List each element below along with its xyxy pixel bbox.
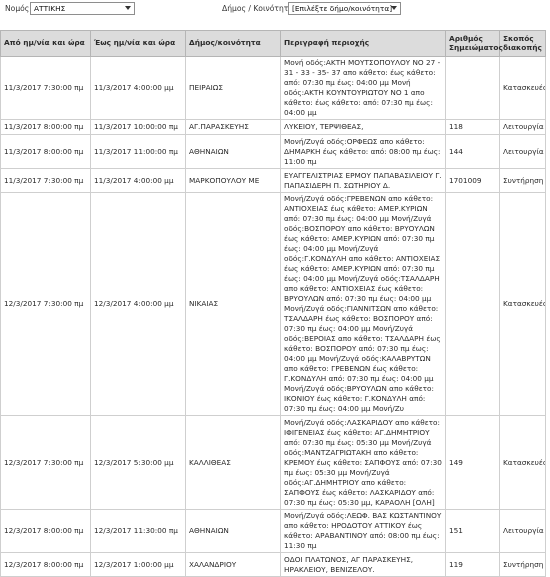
cell-to: 12/3/2017 5:30:00 μμ <box>90 415 186 510</box>
chevron-down-icon <box>125 6 131 10</box>
cell-note-number: 119 <box>445 552 500 577</box>
cell-description: Μονή/Ζυγά οδός:ΛΕΩΦ. ΒΑΣ ΚΩΣΤΑΝΤΙΝΟΥ απο… <box>280 509 446 553</box>
cell-municipality: ΑΘΗΝΑΙΩΝ <box>185 134 281 169</box>
table-row: 12/3/2017 7:30:00 πμ 12/3/2017 5:30:00 μ… <box>0 415 546 510</box>
cell-note-number <box>445 192 500 416</box>
dimos-label: Δήμος / Κοινότητα: <box>222 4 296 13</box>
cell-municipality: ΜΑΡΚΟΠΟΥΛΟΥ ΜΕ <box>185 168 281 193</box>
nomos-selected-value: ΑΤΤΙΚΗΣ <box>34 4 66 13</box>
cell-purpose: Κατασκευές <box>499 192 546 416</box>
cell-from: 11/3/2017 7:30:00 πμ <box>0 56 91 120</box>
cell-to: 11/3/2017 4:00:00 μμ <box>90 168 186 193</box>
table-row: 12/3/2017 8:00:00 πμ 12/3/2017 1:00:00 μ… <box>0 552 546 577</box>
cell-purpose: Κατασκευές <box>499 415 546 510</box>
cell-municipality: ΧΑΛΑΝΔΡΙΟΥ <box>185 552 281 577</box>
cell-purpose: Λειτουργία <box>499 119 546 135</box>
cell-description: Μονή οδός:ΑΚΤΗ ΜΟΥΤΣΟΠΟΥΛΟΥ ΝΟ 27 - 31 -… <box>280 56 446 120</box>
cell-note-number: 144 <box>445 134 500 169</box>
cell-to: 12/3/2017 11:30:00 πμ <box>90 509 186 553</box>
cell-municipality: ΝΙΚΑΙΑΣ <box>185 192 281 416</box>
cell-to: 11/3/2017 4:00:00 μμ <box>90 56 186 120</box>
table-row: 11/3/2017 8:00:00 πμ 11/3/2017 11:00:00 … <box>0 134 546 169</box>
cell-note-number: 118 <box>445 119 500 135</box>
cell-from: 12/3/2017 7:30:00 πμ <box>0 415 91 510</box>
table-row: 12/3/2017 8:00:00 πμ 12/3/2017 11:30:00 … <box>0 509 546 553</box>
outages-table: Από ημ/νία και ώρα Έως ημ/νία και ώρα Δή… <box>0 30 546 577</box>
chevron-down-icon <box>391 6 397 10</box>
cell-from: 11/3/2017 8:00:00 πμ <box>0 134 91 169</box>
cell-to: 12/3/2017 1:00:00 μμ <box>90 552 186 577</box>
cell-from: 11/3/2017 8:00:00 πμ <box>0 119 91 135</box>
cell-description: ΛΥΚΕΙΟΥ, ΤΕΡΨΙΘΕΑΣ, <box>280 119 446 135</box>
header-description[interactable]: Περιγραφή περιοχής <box>280 30 446 57</box>
table-row: 11/3/2017 7:30:00 πμ 11/3/2017 4:00:00 μ… <box>0 168 546 193</box>
cell-from: 11/3/2017 7:30:00 πμ <box>0 168 91 193</box>
dimos-select[interactable]: [Επιλέξτε δήμο/κοινότητα] <box>288 2 401 15</box>
table-row: 12/3/2017 7:30:00 πμ 12/3/2017 4:00:00 μ… <box>0 192 546 416</box>
dimos-selected-value: [Επιλέξτε δήμο/κοινότητα] <box>292 4 393 13</box>
nomos-select[interactable]: ΑΤΤΙΚΗΣ <box>30 2 135 15</box>
cell-note-number: 1701009 <box>445 168 500 193</box>
cell-purpose: Συντήρηση <box>499 168 546 193</box>
cell-purpose: Λειτουργία <box>499 509 546 553</box>
cell-purpose: Λειτουργία <box>499 134 546 169</box>
nomos-label: Νομός: <box>5 4 32 13</box>
cell-note-number: 149 <box>445 415 500 510</box>
table-header-row: Από ημ/νία και ώρα Έως ημ/νία και ώρα Δή… <box>0 30 546 57</box>
cell-purpose: Κατασκευές <box>499 56 546 120</box>
cell-municipality: ΑΘΗΝΑΙΩΝ <box>185 509 281 553</box>
cell-municipality: ΠΕΙΡΑΙΩΣ <box>185 56 281 120</box>
cell-from: 12/3/2017 8:00:00 πμ <box>0 552 91 577</box>
cell-to: 11/3/2017 10:00:00 πμ <box>90 119 186 135</box>
cell-description: Μονή/Ζυγά οδός:ΛΑΣΚΑΡΙΔΟΥ απο κάθετο: ΙΦ… <box>280 415 446 510</box>
cell-municipality: ΚΑΛΛΙΘΕΑΣ <box>185 415 281 510</box>
cell-description: ΕΥΑΓΓΕΛΙΣΤΡΙΑΣ ΕΡΜΟΥ ΠΑΠΑΒΑΣΙΛΕΙΟΥ Γ. ΠΑ… <box>280 168 446 193</box>
cell-purpose: Συντήρηση <box>499 552 546 577</box>
cell-municipality: ΑΓ.ΠΑΡΑΣΚΕΥΗΣ <box>185 119 281 135</box>
filter-bar: Νομός: ΑΤΤΙΚΗΣ Δήμος / Κοινότητα: [Επιλέ… <box>0 0 550 24</box>
cell-to: 12/3/2017 4:00:00 μμ <box>90 192 186 416</box>
cell-from: 12/3/2017 8:00:00 πμ <box>0 509 91 553</box>
cell-description: Μονή/Ζυγά οδός:ΓΡΕΒΕΝΩΝ απο κάθετο: ΑΝΤΙ… <box>280 192 446 416</box>
table-row: 11/3/2017 7:30:00 πμ 11/3/2017 4:00:00 μ… <box>0 56 546 120</box>
header-purpose[interactable]: Σκοπός διακοπής <box>499 30 546 57</box>
header-municipality[interactable]: Δήμος/κοινότητα <box>185 30 281 57</box>
header-to[interactable]: Έως ημ/νία και ώρα <box>90 30 186 57</box>
header-from[interactable]: Από ημ/νία και ώρα <box>0 30 91 57</box>
cell-note-number <box>445 56 500 120</box>
cell-to: 11/3/2017 11:00:00 πμ <box>90 134 186 169</box>
header-note-number[interactable]: Αριθμός Σημειώματος <box>445 30 503 57</box>
cell-note-number: 151 <box>445 509 500 553</box>
table-row: 11/3/2017 8:00:00 πμ 11/3/2017 10:00:00 … <box>0 119 546 135</box>
cell-from: 12/3/2017 7:30:00 πμ <box>0 192 91 416</box>
cell-description: Μονή/Ζυγά οδός:ΟΡΦΕΩΣ απο κάθετο: ΔΗΜΑΡΚ… <box>280 134 446 169</box>
cell-description: ΟΔΟΙ ΠΛΑΤΩΝΟΣ, ΑΓ ΠΑΡΑΣΚΕΥΗΣ, ΗΡΑΚΛΕΙΟΥ,… <box>280 552 446 577</box>
